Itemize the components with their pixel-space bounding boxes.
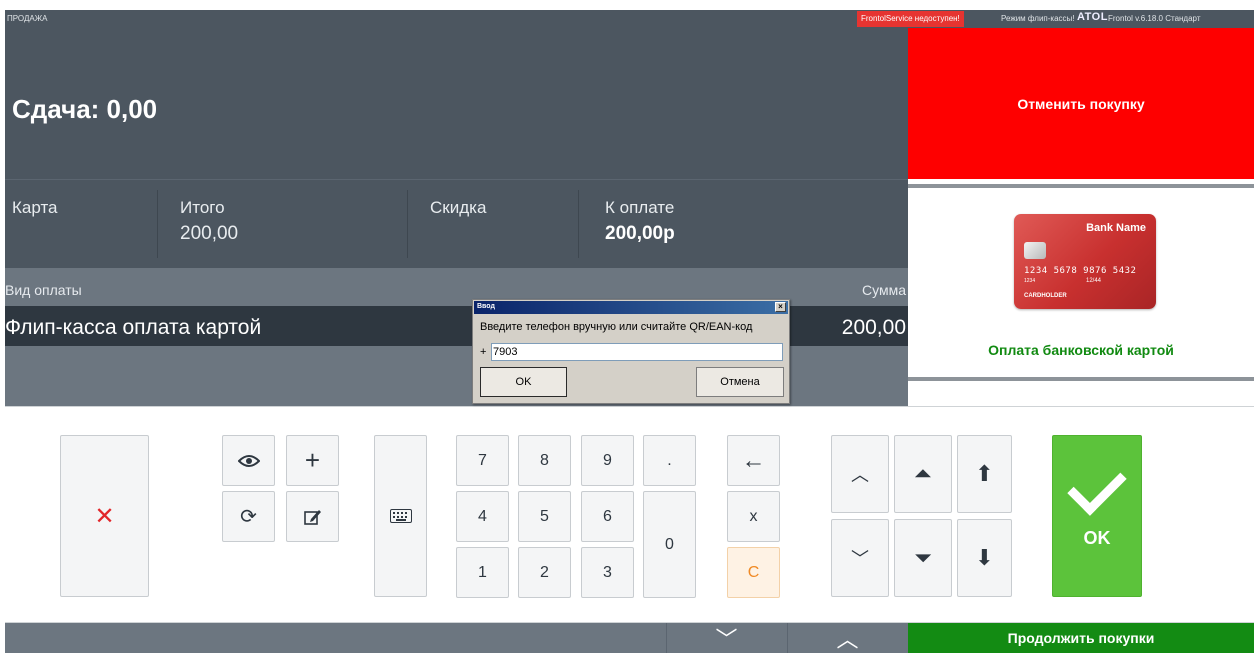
change-amount: Сдача: 0,00 <box>12 94 158 124</box>
chevron-down-icon: ﹀ <box>715 627 738 652</box>
bottom-key[interactable]: ⬇ <box>957 519 1012 597</box>
chevron-down-icon: ﹀ <box>851 549 869 569</box>
bank-card-image: Bank Name 1234 5678 9876 5432 1234 12/44… <box>1014 214 1156 309</box>
digit-2-key[interactable]: 2 <box>518 547 571 598</box>
discount-column: Скидка <box>430 180 570 258</box>
keyboard-icon <box>389 509 412 523</box>
edit-icon <box>303 509 321 525</box>
dot-key[interactable]: . <box>643 435 696 486</box>
scroll-down-button[interactable]: ﹀ <box>666 623 786 653</box>
digit-0-key[interactable]: 0 <box>643 491 696 598</box>
digit-6-key[interactable]: 6 <box>581 491 634 542</box>
dialog-ok-button[interactable]: OK <box>480 367 567 397</box>
input-dialog: Ввод × Введите телефон вручную или счита… <box>472 299 790 404</box>
ok-key-label: OK <box>1083 527 1111 548</box>
edit-key[interactable] <box>286 491 339 542</box>
flip-mode-label: Режим флип-кассы! <box>1001 14 1075 23</box>
digit-1-key[interactable]: 1 <box>456 547 509 598</box>
card-label: Карта <box>12 198 58 217</box>
card-small-number: 1234 <box>1024 278 1036 284</box>
page-down-key[interactable]: ⏷ <box>894 519 952 597</box>
divider <box>578 190 579 258</box>
dialog-title-bar: Ввод × <box>474 301 788 314</box>
digit-3-key[interactable]: 3 <box>581 547 634 598</box>
eye-icon <box>237 454 260 467</box>
total-label: Итого <box>180 198 225 217</box>
phone-input[interactable] <box>491 343 783 361</box>
plus-icon: + <box>304 445 321 475</box>
digit-5-key[interactable]: 5 <box>518 491 571 542</box>
digit-8-key[interactable]: 8 <box>518 435 571 486</box>
arrow-up-icon: ⬆ <box>975 461 994 486</box>
top-key[interactable]: ⬆ <box>957 435 1012 513</box>
phone-prefix: + <box>480 346 487 358</box>
dialog-cancel-button[interactable]: Отмена <box>696 367 784 397</box>
dialog-title: Ввод <box>477 303 495 310</box>
card-valid: 12/44 <box>1086 278 1102 284</box>
change-panel: Сдача: 0,00 <box>5 28 908 179</box>
close-icon: ✕ <box>94 502 115 530</box>
total-column: Итого 200,00 <box>180 180 400 258</box>
backspace-key[interactable]: ← <box>727 435 780 486</box>
discount-label: Скидка <box>430 198 487 217</box>
version-label: Frontol v.6.18.0 Стандарт <box>1108 14 1201 23</box>
payment-type-header: Вид оплаты <box>5 282 82 298</box>
ok-key[interactable]: OK <box>1052 435 1142 597</box>
card-payment-button[interactable]: Bank Name 1234 5678 9876 5432 1234 12/44… <box>908 184 1254 381</box>
card-number: 1234 5678 9876 5432 <box>1024 266 1137 276</box>
mode-label: ПРОДАЖА <box>7 14 48 23</box>
arrow-down-icon: ⬇ <box>975 545 994 570</box>
cancel-purchase-button[interactable]: Отменить покупку <box>908 28 1254 179</box>
page-up-key[interactable]: ⏶ <box>894 435 952 513</box>
service-status-badge: FrontolService недоступен! <box>857 11 964 27</box>
multiply-key[interactable]: x <box>727 491 780 542</box>
keypad-panel: ✕ + ⟳ 7 8 9 4 5 6 1 2 3 . 0 ← x C ︿ ﹀ ⏶ … <box>5 406 1254 623</box>
refresh-icon: ⟳ <box>240 506 257 528</box>
double-chevron-up-icon: ⏶ <box>914 461 932 486</box>
payment-type: Флип-касса оплата картой <box>5 316 262 339</box>
divider <box>407 190 408 258</box>
up-key[interactable]: ︿ <box>831 435 889 513</box>
divider <box>157 190 158 258</box>
card-holder: CARDHOLDER <box>1024 293 1067 299</box>
card-column: Карта <box>12 180 152 258</box>
status-bar: ПРОДАЖА FrontolService недоступен! Режим… <box>5 10 1254 28</box>
due-column: К оплате 200,00р <box>605 180 805 258</box>
keyboard-key[interactable] <box>374 435 427 597</box>
brand-logo: ATOL <box>1077 11 1108 23</box>
cancel-key[interactable]: ✕ <box>60 435 149 597</box>
digit-9-key[interactable]: 9 <box>581 435 634 486</box>
double-chevron-down-icon: ⏷ <box>914 545 932 570</box>
card-payment-label: Оплата банковской картой <box>988 342 1174 358</box>
view-key[interactable] <box>222 435 275 486</box>
down-key[interactable]: ﹀ <box>831 519 889 597</box>
card-chip-icon <box>1024 242 1046 259</box>
total-value: 200,00 <box>180 223 239 244</box>
chevron-up-icon: ︿ <box>836 627 859 652</box>
payment-sum: 200,00 <box>841 316 906 339</box>
checkmark-icon <box>1067 455 1127 516</box>
digit-4-key[interactable]: 4 <box>456 491 509 542</box>
digit-7-key[interactable]: 7 <box>456 435 509 486</box>
card-bank-name: Bank Name <box>1086 222 1146 234</box>
continue-shopping-button[interactable]: Продолжить покупки <box>908 623 1254 653</box>
arrow-left-icon: ← <box>741 446 766 474</box>
add-key[interactable]: + <box>286 435 339 486</box>
scroll-up-button[interactable]: ︿ <box>787 623 907 653</box>
close-icon[interactable]: × <box>775 302 786 312</box>
payment-sum-header: Сумма <box>862 282 906 298</box>
due-label: К оплате <box>605 198 675 217</box>
clear-key[interactable]: C <box>727 547 780 598</box>
dialog-prompt: Введите телефон вручную или считайте QR/… <box>480 321 753 333</box>
right-panel-spacer <box>908 385 1254 406</box>
refresh-key[interactable]: ⟳ <box>222 491 275 542</box>
due-value: 200,00р <box>605 223 675 244</box>
chevron-up-icon: ︿ <box>851 465 869 485</box>
totals-panel: Карта Итого 200,00 Скидка К оплате 200,0… <box>5 179 908 268</box>
